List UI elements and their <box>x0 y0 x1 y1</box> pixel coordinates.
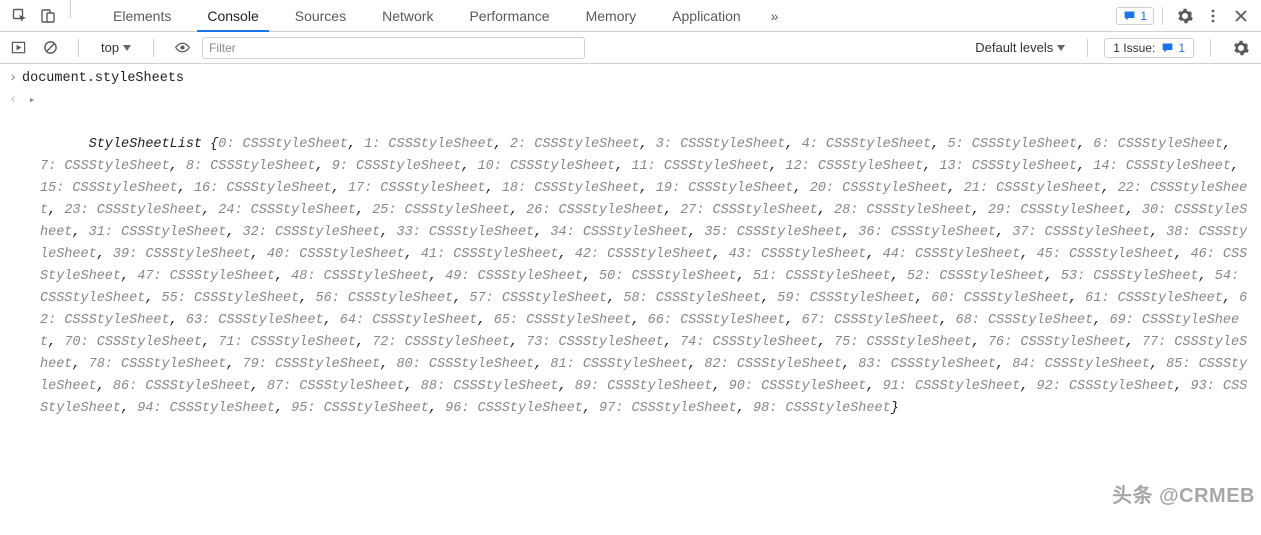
ban-icon <box>43 40 58 55</box>
tab-sources[interactable]: Sources <box>277 0 364 31</box>
divider <box>153 39 154 57</box>
tab-label: Application <box>672 8 741 24</box>
context-label: top <box>101 40 119 55</box>
console-input-row[interactable]: › document.styleSheets <box>4 68 1253 90</box>
tabbar-right: 1 <box>1116 0 1261 31</box>
output-prompt-icon: ‹ <box>4 90 22 112</box>
divider <box>1087 39 1088 57</box>
tab-label: Memory <box>586 8 637 24</box>
close-icon <box>1234 9 1248 23</box>
inspect-element-icon[interactable] <box>6 0 34 31</box>
toggle-sidebar-button[interactable] <box>6 40 30 55</box>
clear-console-button[interactable] <box>38 40 62 55</box>
chevron-double-right-icon: » <box>771 8 779 24</box>
expand-icon[interactable]: ▸ <box>26 90 38 112</box>
chevron-down-icon <box>1057 45 1065 51</box>
message-icon <box>1161 41 1174 54</box>
tab-label: Sources <box>295 8 346 24</box>
log-level-select[interactable]: Default levels <box>969 40 1071 55</box>
execution-context-select[interactable]: top <box>95 38 137 57</box>
tab-application[interactable]: Application <box>654 0 759 31</box>
divider <box>1162 7 1163 25</box>
messages-count: 1 <box>1140 9 1147 23</box>
console-settings-button[interactable] <box>1227 40 1255 56</box>
tab-performance[interactable]: Performance <box>451 0 567 31</box>
close-devtools-button[interactable] <box>1227 9 1255 23</box>
issues-label: 1 Issue: <box>1113 41 1155 55</box>
tab-label: Console <box>207 8 258 24</box>
tab-console[interactable]: Console <box>189 0 276 31</box>
settings-button[interactable] <box>1171 8 1199 24</box>
message-icon <box>1123 9 1136 22</box>
more-vertical-icon <box>1205 8 1221 24</box>
live-expression-button[interactable] <box>170 39 194 56</box>
filter-input[interactable] <box>202 37 585 59</box>
more-button[interactable] <box>1199 8 1227 24</box>
divider <box>1210 39 1211 57</box>
issues-badge[interactable]: 1 Issue: 1 <box>1104 38 1194 58</box>
console-output: › document.styleSheets ‹ ▸ StyleSheetLis… <box>0 64 1261 446</box>
console-result-object[interactable]: ▸ StyleSheetList {0: CSSStyleSheet, 1: C… <box>22 90 1253 442</box>
issues-count: 1 <box>1178 41 1185 55</box>
tab-label: Performance <box>469 8 549 24</box>
gear-icon <box>1233 40 1249 56</box>
console-messages-badge[interactable]: 1 <box>1116 7 1154 25</box>
console-result-row[interactable]: ‹ ▸ StyleSheetList {0: CSSStyleSheet, 1:… <box>4 90 1253 442</box>
tab-label: Network <box>382 8 433 24</box>
divider <box>70 0 71 18</box>
device-toolbar-icon[interactable] <box>34 0 62 31</box>
level-label: Default levels <box>975 40 1053 55</box>
chevron-down-icon <box>123 45 131 51</box>
devtools-tabbar: Elements Console Sources Network Performance… <box>0 0 1261 32</box>
watermark: 头条 @CRMEB <box>1112 485 1255 507</box>
gear-icon <box>1177 8 1193 24</box>
eye-icon <box>174 39 191 56</box>
console-input-text: document.styleSheets <box>22 68 1253 90</box>
divider <box>78 39 79 57</box>
panel-tabs: Elements Console Sources Network Performance… <box>95 0 759 31</box>
overflow-tabs-button[interactable]: » <box>759 0 791 31</box>
tab-elements[interactable]: Elements <box>95 0 189 31</box>
console-toolbar: top Default levels 1 Issue: 1 <box>0 32 1261 64</box>
tab-label: Elements <box>113 8 171 24</box>
tab-network[interactable]: Network <box>364 0 451 31</box>
input-prompt-icon: › <box>4 68 22 90</box>
sidebar-icon <box>11 40 26 55</box>
tab-memory[interactable]: Memory <box>568 0 655 31</box>
